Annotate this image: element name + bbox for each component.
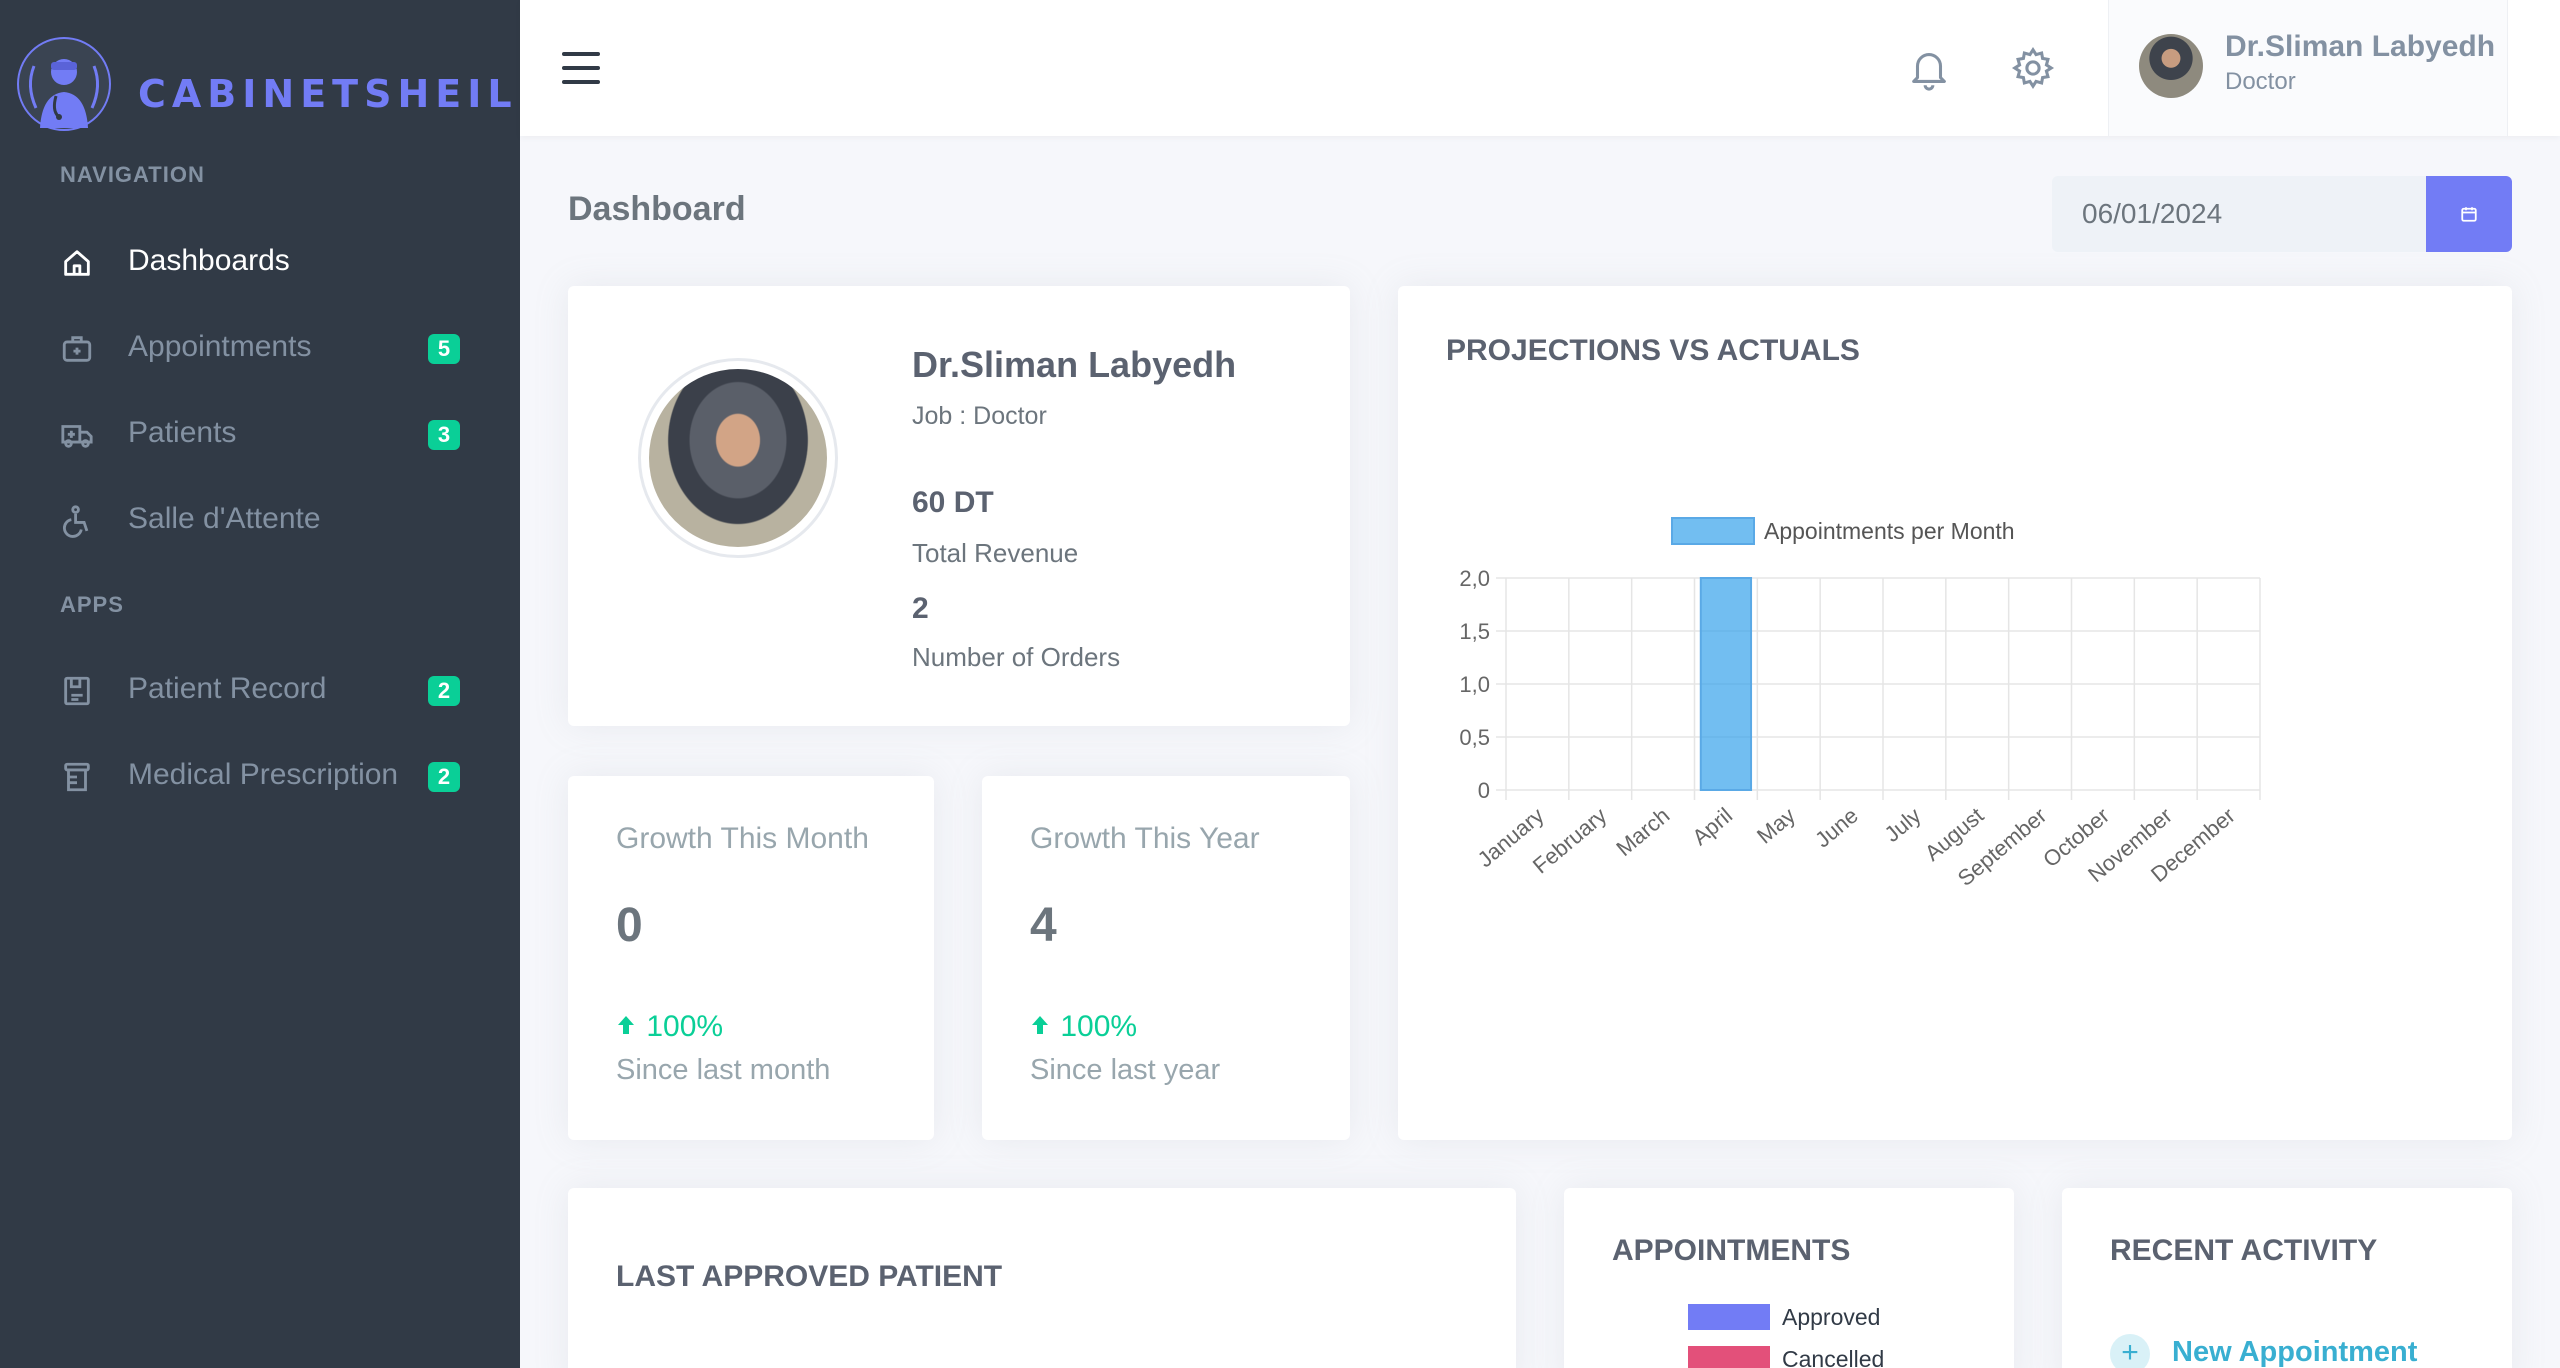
sidebar: CABINETSHEILD NAVIGATION Dashboards Appo… <box>0 0 549 1368</box>
sidebar-item-label: Appointments <box>128 330 312 363</box>
bell-icon[interactable] <box>1906 44 1952 92</box>
page-title: Dashboard <box>568 190 746 228</box>
orders-value: 2 <box>912 592 929 625</box>
total-revenue-value: 60 DT <box>912 486 994 519</box>
legend-label-approved: Approved <box>1782 1304 1881 1330</box>
growth-year-title: Growth This Year <box>1030 822 1260 855</box>
user-menu[interactable]: Dr.Sliman Labyedh Doctor <box>2108 0 2508 136</box>
appointments-card: APPOINTMENTS Approved Cancelled <box>1564 1188 2014 1368</box>
sidebar-item-patient-record[interactable]: Patient Record 2 <box>0 654 520 724</box>
y-tick-label: 0 <box>1478 778 1490 803</box>
sidebar-item-label: Medical Prescription <box>128 758 399 791</box>
profile-job: Job : Doctor <box>912 402 1047 430</box>
nav-section-title-navigation: NAVIGATION <box>60 162 205 187</box>
calendar-button[interactable] <box>2426 176 2512 252</box>
growth-year-value: 4 <box>1030 899 1057 952</box>
date-picker <box>2052 176 2512 252</box>
total-revenue-label: Total Revenue <box>912 538 1079 568</box>
ambulance-icon <box>61 425 93 448</box>
user-role: Doctor <box>2225 68 2296 95</box>
date-input[interactable] <box>2052 176 2428 252</box>
sidebar-item-label: Dashboards <box>128 244 290 277</box>
count-badge: 2 <box>428 762 460 792</box>
bar-april <box>1699 577 1753 791</box>
growth-month-percent: 100% <box>616 1010 723 1044</box>
legend-label: Appointments per Month <box>1764 518 2015 544</box>
x-tick-label: June <box>1810 803 1863 853</box>
hamburger-menu-icon[interactable] <box>562 52 600 84</box>
sidebar-item-label: Patients <box>128 416 237 449</box>
calendar-icon <box>2461 207 2477 222</box>
sidebar-item-dashboards[interactable]: Dashboards <box>0 226 520 296</box>
growth-month-since: Since last month <box>616 1054 831 1086</box>
gear-icon[interactable] <box>2010 44 2056 92</box>
briefcase-medical-icon <box>62 336 92 362</box>
nav-section-title-apps: APPS <box>60 592 124 617</box>
sidebar-item-label: Patient Record <box>128 672 327 705</box>
arrow-up-icon <box>1030 1010 1052 1044</box>
orders-label: Number of Orders <box>912 642 1121 672</box>
count-badge: 2 <box>428 676 460 706</box>
growth-month-value: 0 <box>616 899 643 952</box>
last-approved-patient-title: LAST APPROVED PATIENT <box>616 1260 1003 1293</box>
y-tick-label: 2,0 <box>1459 566 1490 591</box>
legend-label-cancelled: Cancelled <box>1782 1346 1885 1368</box>
y-tick-label: 0,5 <box>1459 725 1490 750</box>
y-tick-label: 1,0 <box>1459 672 1490 697</box>
recent-activity-card: RECENT ACTIVITY + New Appointment <box>2062 1188 2512 1368</box>
profile-card: Dr.Sliman Labyedh Job : Doctor 60 DT Tot… <box>568 286 1350 726</box>
growth-year-percent: 100% <box>1030 1010 1137 1044</box>
profile-name: Dr.Sliman Labyedh <box>912 344 1237 385</box>
growth-month-card: Growth This Month 0 100% Since last mont… <box>568 776 934 1140</box>
wheelchair-icon <box>62 505 89 538</box>
x-tick-label: July <box>1880 803 1926 847</box>
sidebar-item-salle-attente[interactable]: Salle d'Attente <box>0 484 520 554</box>
count-badge: 5 <box>428 334 460 364</box>
arrow-up-icon <box>616 1010 638 1044</box>
projections-title: PROJECTIONS VS ACTUALS <box>1446 334 1860 367</box>
projections-chart: 00,51,01,52,0JanuaryFebruary March April Ma… <box>1459 517 2261 891</box>
projections-card: PROJECTIONS VS ACTUALS 0 0,5 1,0 1,5 2,0 Janu… <box>1398 286 2512 1140</box>
appointments-title: APPOINTMENTS <box>1612 1234 1851 1267</box>
count-badge: 3 <box>428 420 460 450</box>
y-tick-label: 1,5 <box>1459 619 1490 644</box>
brand[interactable]: CABINETSHEILD <box>0 0 549 140</box>
last-approved-patient-card: LAST APPROVED PATIENT <box>568 1188 1516 1368</box>
x-tick-label: April <box>1687 803 1737 850</box>
legend-swatch-approved <box>1688 1304 1770 1330</box>
growth-year-since: Since last year <box>1030 1054 1221 1086</box>
home-icon <box>64 250 90 276</box>
recent-activity-title: RECENT ACTIVITY <box>2110 1234 2378 1267</box>
topbar: Dr.Sliman Labyedh Doctor <box>520 0 2560 136</box>
brand-name: CABINETSHEILD <box>138 72 556 116</box>
prescription-bottle-icon <box>64 762 90 792</box>
avatar <box>2139 34 2203 98</box>
record-icon <box>64 676 90 706</box>
legend-swatch <box>1671 517 1755 545</box>
user-name: Dr.Sliman Labyedh <box>2225 30 2496 63</box>
sidebar-item-medical-prescription[interactable]: Medical Prescription 2 <box>0 740 520 810</box>
plus-icon: + <box>2110 1334 2150 1368</box>
sidebar-item-appointments[interactable]: Appointments 5 <box>0 312 520 382</box>
legend-swatch-cancelled <box>1688 1346 1770 1368</box>
doctor-logo-icon <box>17 37 111 131</box>
growth-month-title: Growth This Month <box>616 822 869 855</box>
x-tick-label: March <box>1611 803 1674 861</box>
growth-year-card: Growth This Year 4 100% Since last year <box>982 776 1350 1140</box>
sidebar-item-patients[interactable]: Patients 3 <box>0 398 520 468</box>
sidebar-item-label: Salle d'Attente <box>128 502 321 535</box>
x-tick-label: May <box>1752 803 1800 849</box>
activity-item-label[interactable]: New Appointment <box>2172 1336 2417 1368</box>
profile-photo <box>638 358 838 558</box>
